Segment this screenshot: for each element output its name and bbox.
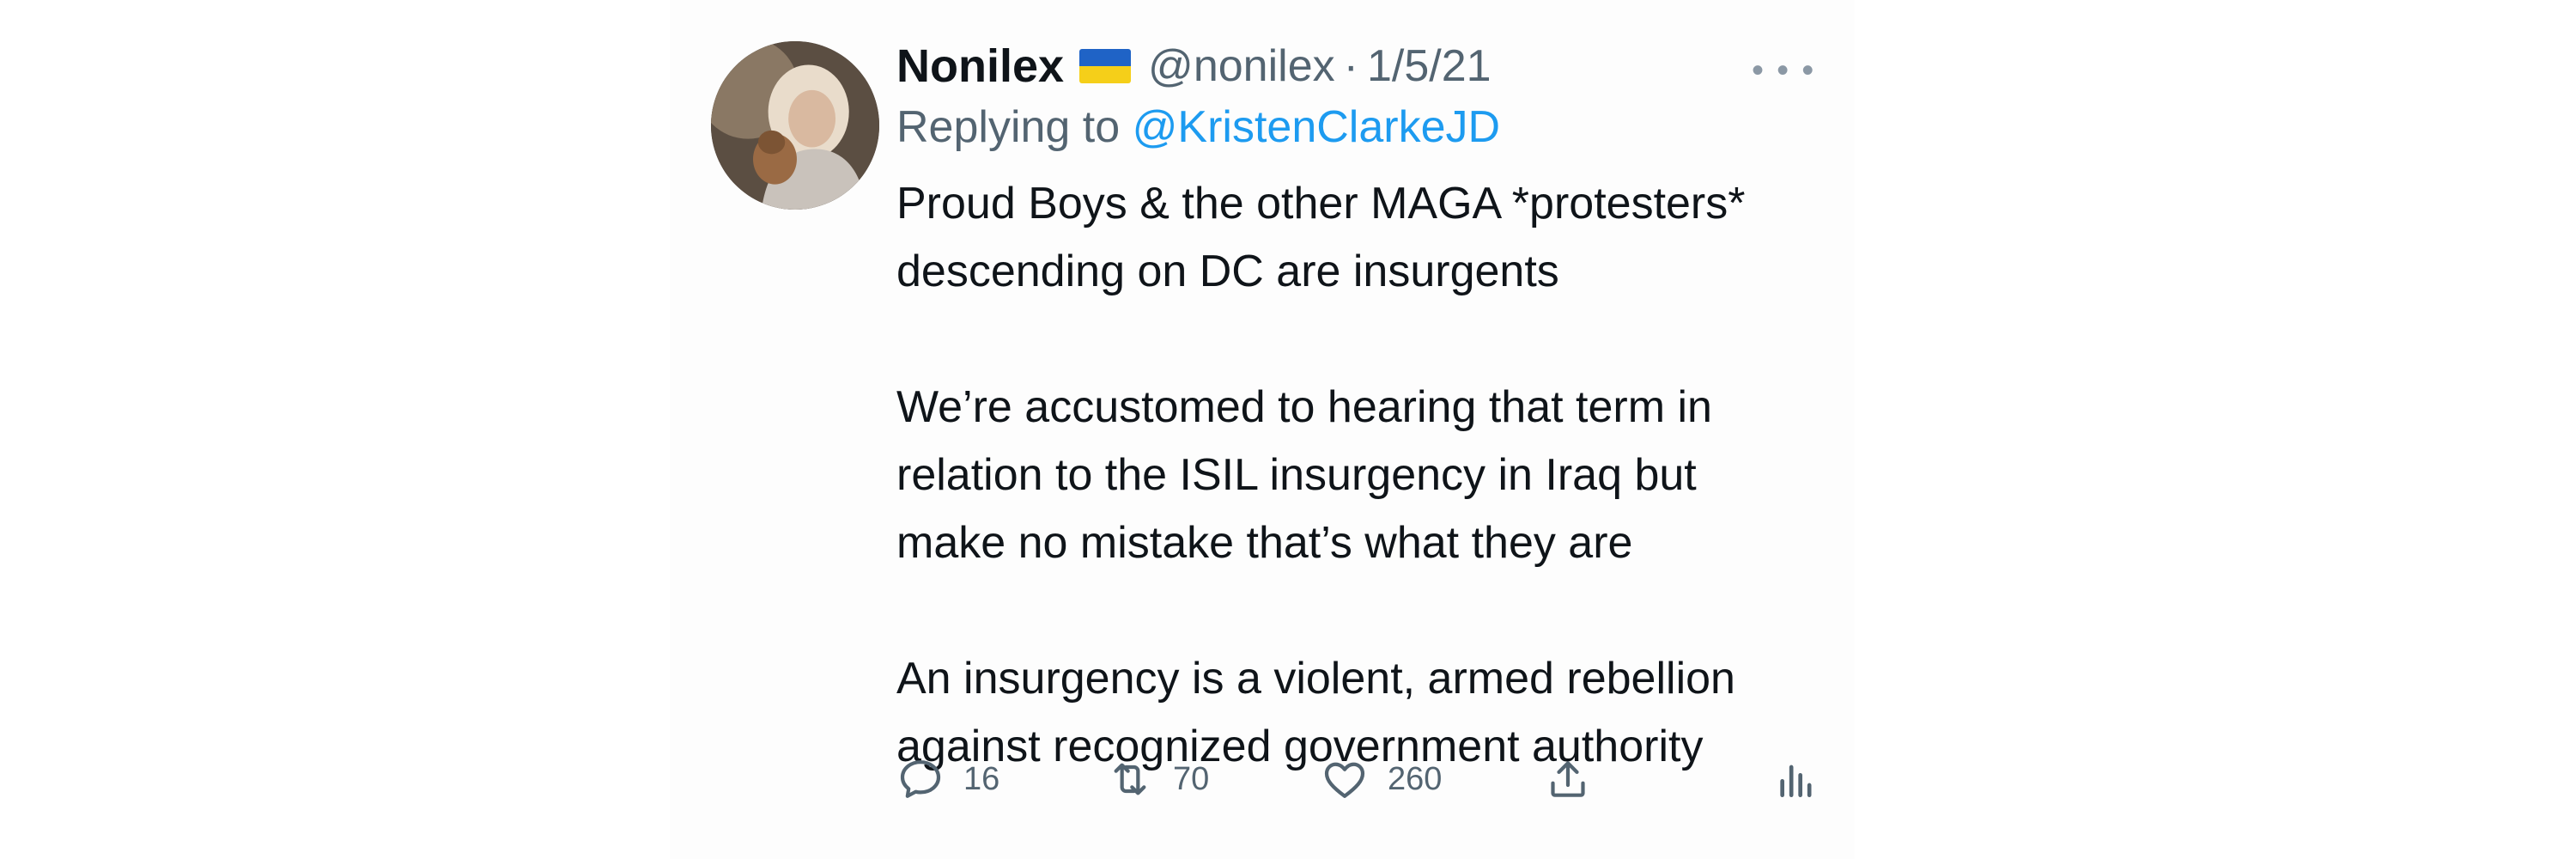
tweet-card[interactable]: Nonilex @nonilex · 1/5/21 • • • Replying… <box>670 0 1855 859</box>
analytics-icon <box>1780 765 1812 797</box>
replying-prefix: Replying to <box>896 102 1121 152</box>
tweet-line: make no mistake that’s what they are <box>896 518 1633 568</box>
tweet-line: Proud Boys & the other MAGA *protesters* <box>896 179 1746 228</box>
avatar-image <box>711 41 879 210</box>
like-count: 260 <box>1388 760 1443 797</box>
share-button[interactable] <box>1544 749 1592 809</box>
replying-to-handle[interactable]: @KristenClarkeJD <box>1133 102 1500 152</box>
tweet-date[interactable]: 1/5/21 <box>1367 40 1492 92</box>
tweet-line: An insurgency is a violent, armed rebell… <box>896 654 1735 704</box>
tweet-actions: 16 70 260 <box>896 749 1824 809</box>
tweet-line: We’re accustomed to hearing that term in <box>896 382 1712 432</box>
tweet-line: descending on DC are insurgents <box>896 247 1559 296</box>
ukraine-flag-icon <box>1079 49 1132 83</box>
avatar[interactable] <box>711 41 879 210</box>
tweet-line: relation to the ISIL insurgency in Iraq … <box>896 450 1697 500</box>
separator-dot: · <box>1343 41 1358 91</box>
analytics-button[interactable] <box>1772 749 1820 809</box>
retweet-button[interactable]: 70 <box>1106 749 1209 809</box>
reply-count: 16 <box>963 760 1000 797</box>
like-button[interactable]: 260 <box>1321 749 1442 809</box>
replying-to: Replying to @KristenClarkeJD <box>896 101 1500 153</box>
heart-icon <box>1324 762 1365 798</box>
tweet-text: Proud Boys & the other MAGA *protesters*… <box>896 170 1824 781</box>
retweet-count: 70 <box>1173 760 1210 797</box>
retweet-icon <box>1114 763 1146 795</box>
reply-icon <box>900 760 941 798</box>
tweet-header: Nonilex @nonilex · 1/5/21 <box>896 38 1492 94</box>
author-name[interactable]: Nonilex <box>896 40 1064 93</box>
share-icon <box>1551 761 1585 797</box>
reply-button[interactable]: 16 <box>896 749 999 809</box>
more-horizontal-icon[interactable]: • • • <box>1752 52 1815 90</box>
author-handle[interactable]: @nonilex <box>1148 40 1335 92</box>
